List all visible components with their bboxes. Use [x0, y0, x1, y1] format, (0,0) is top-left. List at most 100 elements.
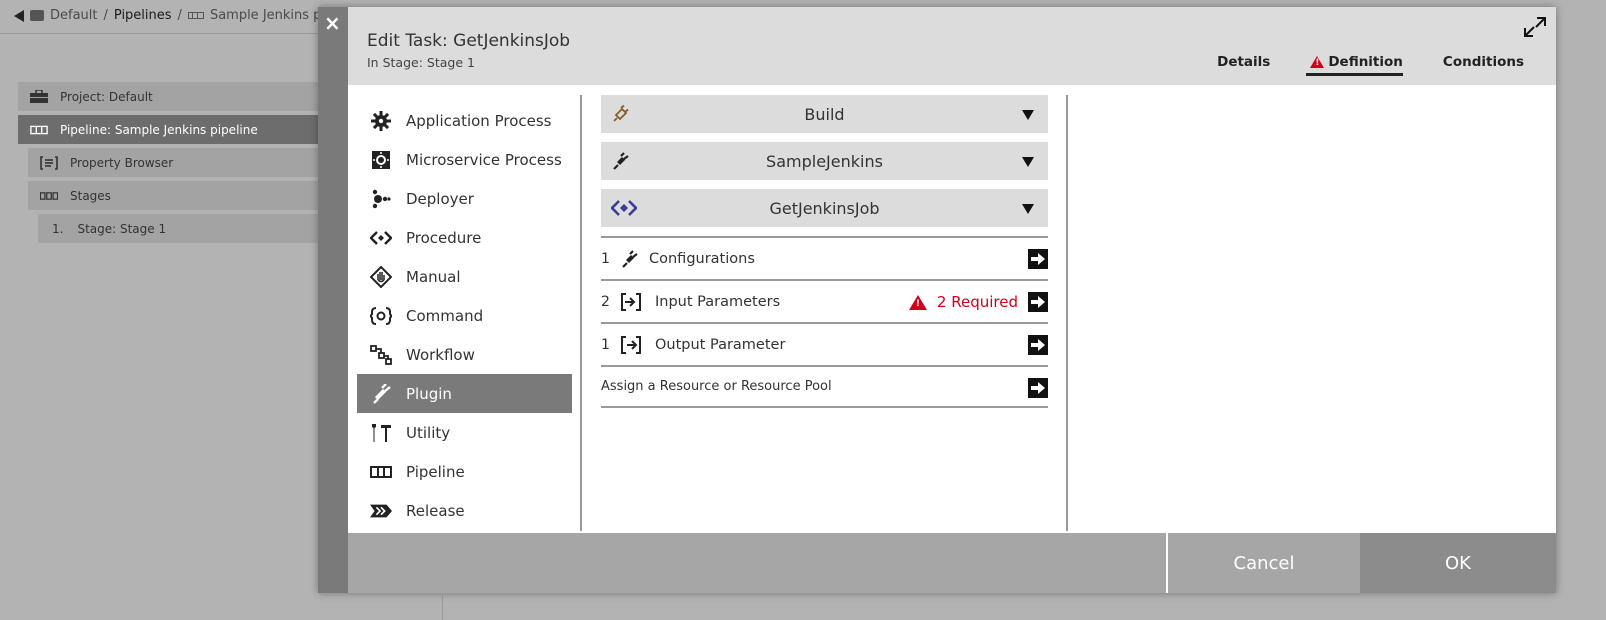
chevron-down-icon	[1022, 157, 1034, 167]
section-count: 2	[601, 293, 610, 310]
dialog-tabs: Details ! Definition Conditions	[1197, 54, 1544, 76]
briefcase-icon	[30, 10, 44, 21]
task-type-command[interactable]: Command	[357, 296, 572, 335]
pipeline-icon	[187, 12, 204, 19]
tree-item-label: Pipeline: Sample Jenkins pipeline	[60, 122, 258, 137]
task-type-label: Release	[406, 501, 465, 520]
section-output-parameter[interactable]: 1 Output Parameter	[601, 322, 1048, 365]
breadcrumb-pipelines[interactable]: Pipelines	[114, 8, 172, 23]
section-label: Assign a Resource or Resource Pool	[601, 379, 832, 394]
back-arrow-icon[interactable]	[14, 9, 24, 22]
workflow-icon	[370, 344, 392, 366]
tab-definition[interactable]: ! Definition	[1290, 54, 1423, 76]
close-icon[interactable]: ×	[324, 11, 341, 35]
dropdown-value: Build	[804, 104, 845, 124]
section-count: 1	[601, 250, 610, 267]
gear-icon	[370, 110, 392, 132]
warning-icon: !	[908, 294, 927, 310]
task-type-release[interactable]: Release	[357, 491, 572, 530]
plugin-definition: Build SampleJenkins GetJenkinsJob 1 Conf…	[601, 95, 1048, 408]
breadcrumb: Default / Pipelines / Sample Jenkins pip…	[14, 8, 341, 23]
section-assign-resource[interactable]: Assign a Resource or Resource Pool	[601, 365, 1048, 408]
tree-item-stage-1[interactable]: 1. Stage: Stage 1	[38, 214, 330, 243]
task-type-label: Plugin	[406, 384, 452, 403]
tree-item-label: Property Browser	[70, 155, 174, 170]
microservice-icon	[370, 149, 392, 171]
task-type-application-process[interactable]: Application Process	[357, 101, 572, 140]
section-label: Configurations	[649, 250, 755, 267]
procedure-dropdown[interactable]: GetJenkinsJob	[601, 189, 1048, 227]
dropdown-value: SampleJenkins	[766, 151, 883, 171]
procedure-icon	[370, 227, 392, 249]
tree-item-stages[interactable]: Stages	[28, 181, 330, 210]
task-type-pipeline[interactable]: Pipeline	[357, 452, 572, 491]
input-params-icon	[621, 292, 641, 311]
plug-icon	[611, 152, 633, 170]
task-type-label: Microservice Process	[406, 150, 562, 169]
tree-item-label: Project: Default	[60, 89, 153, 104]
required-indicator: ! 2 Required	[908, 293, 1018, 311]
arrow-right-icon[interactable]	[1028, 378, 1048, 398]
task-type-label: Workflow	[406, 345, 475, 364]
task-type-plugin[interactable]: Plugin	[357, 374, 572, 413]
dialog-title: Edit Task: GetJenkinsJob	[367, 31, 571, 51]
procedure-icon	[610, 199, 638, 217]
dialog-header: Edit Task: GetJenkinsJob In Stage: Stage…	[348, 7, 1556, 85]
manual-hand-icon	[370, 265, 392, 288]
tab-label: Details	[1217, 54, 1271, 70]
dialog-left-strip: ×	[318, 7, 348, 593]
task-type-manual[interactable]: Manual	[357, 257, 572, 296]
arrow-right-icon[interactable]	[1028, 249, 1048, 269]
task-type-workflow[interactable]: Workflow	[357, 335, 572, 374]
cancel-button[interactable]: Cancel	[1166, 533, 1360, 593]
dropdown-value: GetJenkinsJob	[769, 198, 880, 218]
column-divider	[1066, 95, 1068, 531]
tab-conditions[interactable]: Conditions	[1423, 54, 1544, 74]
pipeline-tree: Project: Default Pipeline: Sample Jenkin…	[18, 82, 330, 247]
breadcrumb-project[interactable]: Default	[50, 8, 98, 23]
tree-item-index: 1.	[52, 221, 64, 236]
section-input-parameters[interactable]: 2 Input Parameters ! 2 Required	[601, 279, 1048, 322]
definition-sections: 1 Configurations 2 Input Parameters ! 2 …	[601, 236, 1048, 408]
tree-item-pipeline[interactable]: Pipeline: Sample Jenkins pipeline	[18, 115, 330, 144]
required-count: 2 Required	[936, 293, 1018, 311]
column-divider	[580, 95, 582, 531]
tree-item-label: Stage: Stage 1	[77, 221, 167, 236]
chevron-down-icon	[1022, 110, 1034, 120]
warning-icon: !	[1310, 56, 1325, 68]
build-plug-icon	[611, 104, 633, 123]
breadcrumb-separator: /	[177, 8, 182, 23]
task-type-deployer[interactable]: Deployer	[357, 179, 572, 218]
task-type-list: Application Process Microservice Process…	[357, 101, 572, 530]
ok-button[interactable]: OK	[1360, 533, 1556, 593]
tree-item-label: Stages	[70, 188, 111, 203]
plug-icon	[621, 249, 641, 268]
section-label: Output Parameter	[655, 336, 786, 353]
task-type-label: Manual	[406, 267, 461, 286]
section-count: 1	[601, 336, 610, 353]
task-type-label: Pipeline	[406, 462, 465, 481]
task-type-label: Application Process	[406, 111, 552, 130]
plugin-dropdown[interactable]: SampleJenkins	[601, 142, 1048, 180]
section-label: Input Parameters	[655, 293, 781, 310]
task-type-label: Command	[406, 306, 484, 325]
task-type-microservice-process[interactable]: Microservice Process	[357, 140, 572, 179]
tree-item-property-browser[interactable]: Property Browser	[28, 148, 330, 177]
section-configurations[interactable]: 1 Configurations	[601, 236, 1048, 279]
chevron-down-icon	[1022, 204, 1034, 214]
plug-icon	[370, 383, 392, 405]
plugin-category-dropdown[interactable]: Build	[601, 95, 1048, 133]
arrow-right-icon[interactable]	[1028, 292, 1048, 312]
expand-icon[interactable]	[1524, 17, 1546, 37]
task-type-label: Procedure	[406, 228, 482, 247]
task-type-procedure[interactable]: Procedure	[357, 218, 572, 257]
arrow-right-icon[interactable]	[1028, 335, 1048, 355]
release-icon	[370, 500, 392, 522]
tab-details[interactable]: Details	[1197, 54, 1290, 74]
pipeline-icon	[30, 124, 48, 136]
tree-item-project[interactable]: Project: Default	[18, 82, 330, 111]
pipeline-icon	[370, 461, 392, 483]
tab-label: Definition	[1328, 54, 1403, 70]
task-type-label: Utility	[406, 423, 451, 442]
task-type-utility[interactable]: Utility	[357, 413, 572, 452]
